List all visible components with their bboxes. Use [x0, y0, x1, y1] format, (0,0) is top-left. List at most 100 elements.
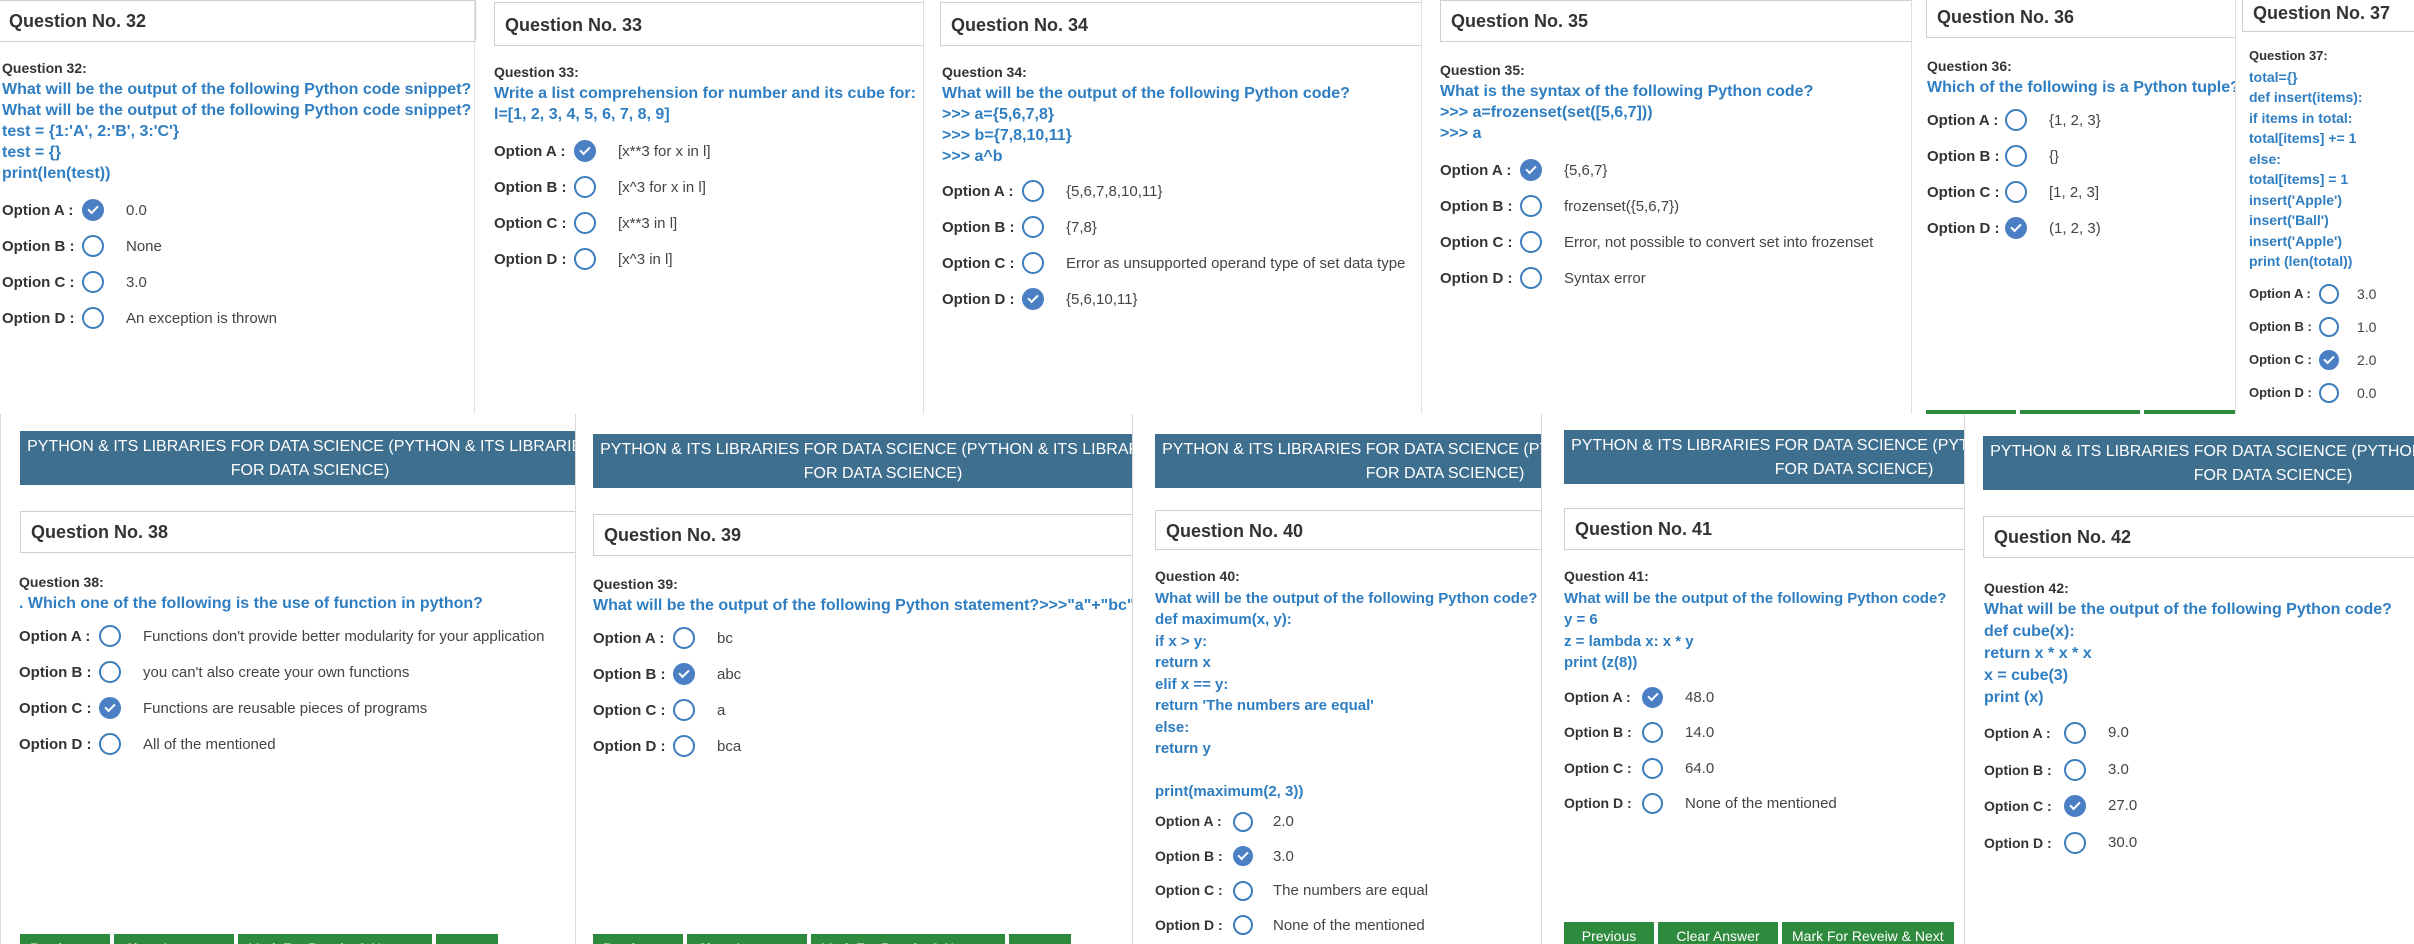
- mark-review-button[interactable]: Mark For Reveiw & Next: [811, 934, 1005, 944]
- radio-checked-icon[interactable]: [1022, 288, 1044, 310]
- clear-answer-button[interactable]: Clear Answer: [114, 934, 234, 944]
- radio-icon[interactable]: [1022, 180, 1044, 202]
- option-b[interactable]: Option B : {}: [1927, 138, 2236, 174]
- clear-answer-button[interactable]: Clear Answer: [687, 934, 807, 944]
- radio-checked-icon[interactable]: [1233, 846, 1253, 867]
- radio-checked-icon[interactable]: [1642, 686, 1663, 708]
- radio-checked-icon[interactable]: [2005, 217, 2027, 239]
- option-c[interactable]: Option C : Error as unsupported operand t…: [942, 245, 1405, 281]
- option-b[interactable]: Option B : 3.0: [1984, 752, 2392, 789]
- option-c[interactable]: Option C : 2.0: [2249, 344, 2376, 377]
- radio-icon[interactable]: [82, 235, 104, 257]
- option-d[interactable]: Option D : (1, 2, 3): [1927, 210, 2236, 246]
- radio-checked-icon[interactable]: [673, 663, 695, 685]
- radio-icon[interactable]: [2319, 383, 2339, 403]
- option-d[interactable]: Option D : 0.0: [2249, 377, 2376, 410]
- option-b[interactable]: Option B : 3.0: [1155, 839, 1537, 874]
- option-a[interactable]: Option A : 3.0: [2249, 278, 2376, 311]
- option-a[interactable]: Option A : {1, 2, 3}: [1927, 102, 2236, 138]
- option-d[interactable]: Option D : Syntax error: [1440, 260, 1873, 296]
- radio-icon[interactable]: [1520, 267, 1542, 289]
- option-c[interactable]: Option C : 3.0: [2, 264, 471, 300]
- option-d[interactable]: Option D : {5,6,10,11}: [942, 281, 1405, 317]
- radio-icon[interactable]: [99, 733, 121, 755]
- option-b[interactable]: Option B : None: [2, 228, 471, 264]
- option-d[interactable]: Option D : [x^3 in l]: [494, 241, 916, 277]
- option-a[interactable]: Option A : {5,6,7}: [1440, 152, 1873, 188]
- radio-icon[interactable]: [1233, 811, 1253, 832]
- previous-button[interactable]: Previous: [20, 934, 110, 944]
- clear-answer-button[interactable]: Clear Answer: [1658, 922, 1778, 944]
- option-label: Option B :: [1984, 761, 2052, 778]
- option-a[interactable]: Option A : [x**3 for x in l]: [494, 133, 916, 169]
- option-b[interactable]: Option B : you can't also create your own…: [19, 654, 544, 690]
- mark-review-button[interactable]: Mark For Reveiw & Next: [1782, 922, 1954, 944]
- next-button[interactable]: [1009, 934, 1071, 944]
- option-c[interactable]: Option C : Functions are reusable pieces …: [19, 690, 544, 726]
- option-c[interactable]: Option C : [x**3 in l]: [494, 205, 916, 241]
- option-d[interactable]: Option D : None of the mentioned: [1155, 908, 1537, 943]
- option-a[interactable]: Option A : 9.0: [1984, 715, 2392, 752]
- option-d[interactable]: Option D : All of the mentioned: [19, 726, 544, 762]
- radio-icon[interactable]: [2064, 831, 2086, 854]
- radio-icon[interactable]: [99, 625, 121, 647]
- radio-icon[interactable]: [2064, 722, 2086, 745]
- radio-icon[interactable]: [82, 271, 104, 293]
- option-c[interactable]: Option C : 64.0: [1564, 751, 1946, 787]
- option-a[interactable]: Option A : Functions don't provide better…: [19, 618, 544, 654]
- option-b[interactable]: Option B : frozenset({5,6,7}): [1440, 188, 1873, 224]
- radio-icon[interactable]: [574, 248, 596, 270]
- radio-icon[interactable]: [673, 699, 695, 721]
- option-d[interactable]: Option D : bca: [593, 728, 1134, 764]
- radio-icon[interactable]: [1520, 231, 1542, 253]
- option-d[interactable]: Option D : An exception is thrown: [2, 300, 471, 336]
- radio-icon[interactable]: [1642, 793, 1663, 815]
- radio-icon[interactable]: [1642, 757, 1663, 779]
- radio-icon[interactable]: [2319, 317, 2339, 337]
- radio-checked-icon[interactable]: [2064, 795, 2086, 818]
- radio-checked-icon[interactable]: [2319, 350, 2339, 370]
- option-b[interactable]: Option B : 14.0: [1564, 715, 1946, 751]
- option-a[interactable]: Option A : {5,6,7,8,10,11}: [942, 173, 1405, 209]
- option-d[interactable]: Option D : None of the mentioned: [1564, 786, 1946, 822]
- option-a[interactable]: Option A : 48.0: [1564, 680, 1946, 716]
- radio-icon[interactable]: [673, 627, 695, 649]
- option-c[interactable]: Option C : Error, not possible to convert…: [1440, 224, 1873, 260]
- option-b[interactable]: Option B : 1.0: [2249, 311, 2376, 344]
- option-b[interactable]: Option B : {7,8}: [942, 209, 1405, 245]
- radio-icon[interactable]: [673, 735, 695, 757]
- option-c[interactable]: Option C : The numbers are equal: [1155, 874, 1537, 909]
- radio-checked-icon[interactable]: [82, 199, 104, 221]
- mark-review-button[interactable]: Mark For Reveiw & Next: [238, 934, 432, 944]
- option-a[interactable]: Option A : bc: [593, 620, 1134, 656]
- radio-icon[interactable]: [2319, 284, 2339, 304]
- option-d[interactable]: Option D : 30.0: [1984, 825, 2392, 862]
- radio-checked-icon[interactable]: [99, 697, 121, 719]
- radio-checked-icon[interactable]: [574, 140, 596, 162]
- option-a[interactable]: Option A : 0.0: [2, 192, 471, 228]
- radio-icon[interactable]: [99, 661, 121, 683]
- radio-icon[interactable]: [82, 307, 104, 329]
- option-b[interactable]: Option B : abc: [593, 656, 1134, 692]
- next-button[interactable]: [436, 934, 498, 944]
- radio-icon[interactable]: [1233, 880, 1253, 901]
- option-c[interactable]: Option C : a: [593, 692, 1134, 728]
- radio-icon[interactable]: [1022, 252, 1044, 274]
- option-c[interactable]: Option C : [1, 2, 3]: [1927, 174, 2236, 210]
- option-c[interactable]: Option C : 27.0: [1984, 788, 2392, 825]
- radio-icon[interactable]: [1642, 722, 1663, 744]
- option-b[interactable]: Option B : [x^3 for x in l]: [494, 169, 916, 205]
- radio-icon[interactable]: [2005, 145, 2027, 167]
- radio-icon[interactable]: [2005, 109, 2027, 131]
- radio-icon[interactable]: [2064, 758, 2086, 781]
- radio-checked-icon[interactable]: [1520, 159, 1542, 181]
- radio-icon[interactable]: [1022, 216, 1044, 238]
- previous-button[interactable]: Previous: [593, 934, 683, 944]
- radio-icon[interactable]: [1520, 195, 1542, 217]
- radio-icon[interactable]: [574, 176, 596, 198]
- radio-icon[interactable]: [1233, 915, 1253, 936]
- previous-button[interactable]: Previous: [1564, 922, 1654, 944]
- radio-icon[interactable]: [574, 212, 596, 234]
- radio-icon[interactable]: [2005, 181, 2027, 203]
- option-a[interactable]: Option A : 2.0: [1155, 805, 1537, 840]
